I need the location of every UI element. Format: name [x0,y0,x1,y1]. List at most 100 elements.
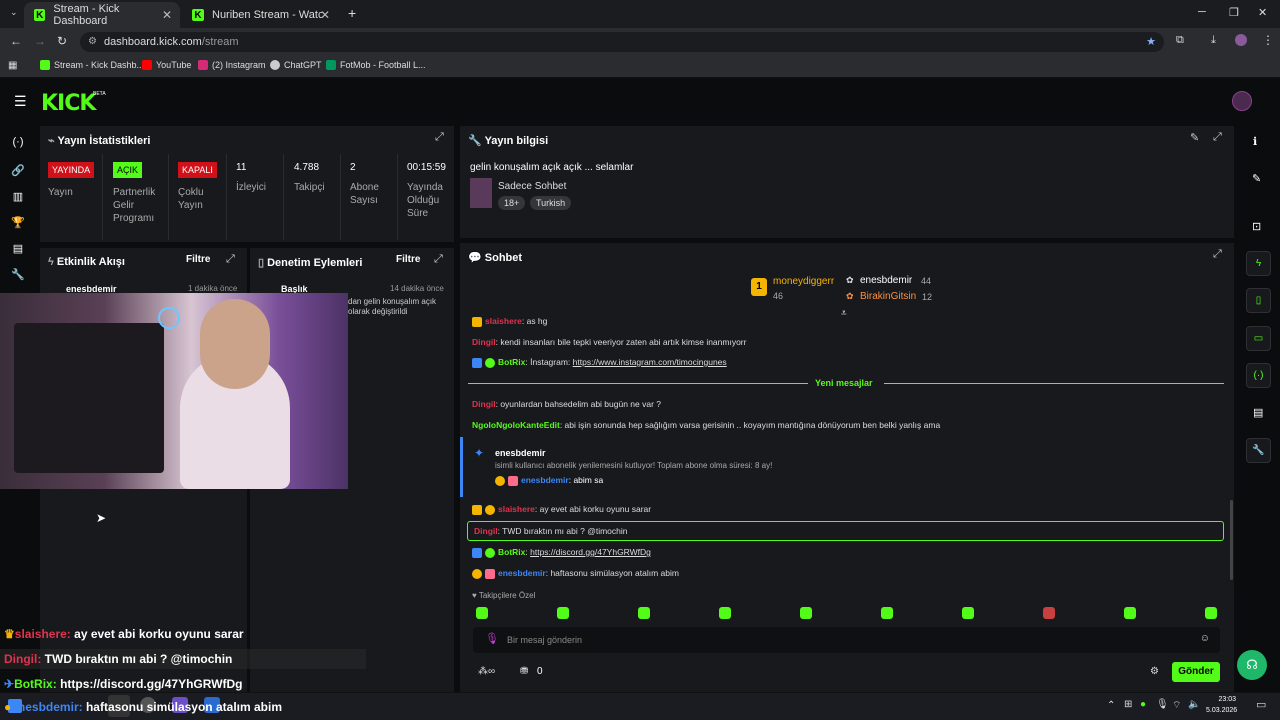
chat-input[interactable]: 🎙 Bir mesaj gönderin ☺ [473,627,1220,653]
menu-icon[interactable]: ⋮ [1262,33,1274,47]
bookmark-kick[interactable]: Stream - Kick Dashb... [40,60,144,70]
tray-chevron-icon[interactable]: ⌃ [1107,700,1115,711]
tools-icon[interactable]: 🔧 [11,268,25,282]
support-button[interactable]: ☊ [1237,650,1267,680]
category-name[interactable]: Sadece Sohbet [498,181,566,192]
profile-avatar[interactable] [1235,34,1247,46]
bookmark-instagram[interactable]: (2) Instagram [198,60,266,70]
collapse-icon[interactable]: ⩡ [841,308,847,319]
face-shape [200,299,270,389]
link-icon[interactable]: 🔗 [11,164,25,178]
user-avatar[interactable] [1232,91,1252,111]
close-window-icon[interactable]: ✕ [1258,6,1267,19]
bookmarks-bar: ▦ Stream - Kick Dashb... YouTube (2) Ins… [0,56,1280,78]
settings-icon[interactable]: ⚙ [1150,666,1159,677]
kick-logo[interactable]: KICK [41,91,96,116]
new-messages-divider [884,383,1224,384]
bookmark-fotmob[interactable]: FotMob - Football L... [326,60,426,70]
expand-icon[interactable]: ⤢ [434,253,443,266]
top-gifter-2-name[interactable]: enesbdemir [860,275,912,286]
close-icon[interactable]: ✕ [162,8,172,22]
bookmark-star-icon[interactable]: ★ [1146,32,1156,52]
sub-user[interactable]: enesbdemir [495,448,546,458]
chat-message: Dingil: oyunlardan bahsedelim abi bugün … [472,399,662,409]
emote-icon[interactable] [719,607,731,619]
moderation-filter-button[interactable]: Filtre [396,254,420,265]
expand-icon[interactable]: ⤢ [435,131,444,144]
emote-icon[interactable] [1124,607,1136,619]
tab-nuriben-stream[interactable]: K Nuriben Stream - Watch Live o ✕ [182,2,338,28]
kick-icon [40,60,50,70]
new-tab-icon[interactable]: + [348,5,356,21]
bookmark-chatgpt[interactable]: ChatGPT [270,60,322,70]
activity-filter-button[interactable]: Filtre [186,254,210,265]
bolt-icon[interactable]: ϟ [1246,251,1271,276]
capture-icon[interactable]: ⊡ [1252,220,1261,233]
right-tool-rail: ℹ ✎ ⊡ ϟ ▯ ▭ (·) ▤ 🔧 ☊ [1236,122,1280,692]
pen-icon[interactable]: ✎ [1252,172,1261,185]
emote-icon[interactable] [962,607,974,619]
reload-icon[interactable]: ↻ [57,34,67,48]
stat-subscribers: 2 Abone Sayısı [350,162,379,206]
info-title: 🔧 Yayın bilgisi [468,135,549,147]
hamburger-menu-icon[interactable]: ☰ [14,93,27,110]
bookmark-youtube[interactable]: YouTube [142,60,191,70]
edit-icon[interactable]: ✎ [1190,131,1199,144]
chatgpt-icon [270,60,280,70]
emote-icon[interactable] [557,607,569,619]
browser-tab-bar: ⌄ K Stream - Kick Dashboard ✕ K Nuriben … [0,0,1280,28]
emote-icon[interactable] [476,607,488,619]
broadcast-icon[interactable]: (·) [1246,363,1271,388]
chest-icon[interactable]: ⛃ [520,666,528,677]
notification-icon[interactable]: ▭ [1256,698,1266,711]
send-button[interactable]: Gönder [1172,662,1220,682]
download-icon[interactable]: ⤓ [1211,34,1216,47]
expand-icon[interactable]: ⤢ [226,253,235,266]
kick-header [0,80,1280,122]
minimize-icon[interactable]: ─ [1198,6,1206,18]
clock-time[interactable]: 23:03 [1212,696,1236,703]
emote-icon[interactable] [638,607,650,619]
overlay-message: Dingil: TWD bıraktın mı abi ? @timochin [4,652,233,666]
emote-icon[interactable] [881,607,893,619]
clipboard-icon[interactable]: ▯ [1246,288,1271,313]
clock-date[interactable]: 5.03.2026 [1206,707,1237,714]
stats-title: ⌁ Yayın İstatistikleri [48,135,151,147]
emote-icon[interactable] [800,607,812,619]
back-icon[interactable]: ← [10,34,22,48]
close-icon[interactable]: ✕ [320,8,330,22]
network-icon[interactable]: ⌔ [1172,699,1181,712]
top-gifter-1-name[interactable]: moneydiggerr [773,276,834,287]
video-icon[interactable]: ▤ [11,242,25,256]
tray-icon[interactable]: ⊞ [1124,699,1132,710]
chat-scrollbar[interactable] [1230,500,1233,580]
chat-bubble-icon[interactable]: ▭ [1246,326,1271,351]
trophy-icon[interactable]: 🏆 [11,216,25,230]
emote-icon[interactable] [1205,607,1217,619]
stream-icon[interactable]: (·) [11,136,25,150]
emote-icon[interactable] [1043,607,1055,619]
url-input[interactable]: ⚙ dashboard.kick.com/stream ★ [80,32,1164,52]
wrench-icon[interactable]: 🔧 [1246,438,1271,463]
apps-grid-icon[interactable]: ▦ [8,60,17,71]
tab-list-icon[interactable]: ⌄ [10,7,18,18]
printer-icon[interactable]: ▤ [1253,406,1263,419]
top-gifter-3-name[interactable]: BirakinGitsin [860,291,916,302]
analytics-icon[interactable]: ▥ [11,190,25,204]
tray-icon[interactable]: ● [1140,699,1146,710]
emoji-icon[interactable]: ☺ [1200,633,1210,644]
points-icon[interactable]: ⁂∞ [478,666,495,677]
volume-icon[interactable]: 🔈 [1188,699,1200,710]
expand-icon[interactable]: ⤢ [1213,248,1222,261]
gift-icon [508,475,518,486]
sparkle-icon: ✦ [474,446,485,460]
forward-icon[interactable]: → [34,34,46,48]
tab-kick-dashboard[interactable]: K Stream - Kick Dashboard ✕ [24,2,180,28]
site-info-icon[interactable]: ⚙ [88,32,97,52]
maximize-icon[interactable]: ❐ [1229,6,1239,19]
mic-icon[interactable]: 🎙 [485,632,499,645]
extensions-icon[interactable]: ⧉ [1176,34,1184,47]
info-icon[interactable]: ℹ [1253,135,1257,148]
mic-icon[interactable]: 🎙 [1156,699,1169,710]
expand-icon[interactable]: ⤢ [1213,131,1222,144]
